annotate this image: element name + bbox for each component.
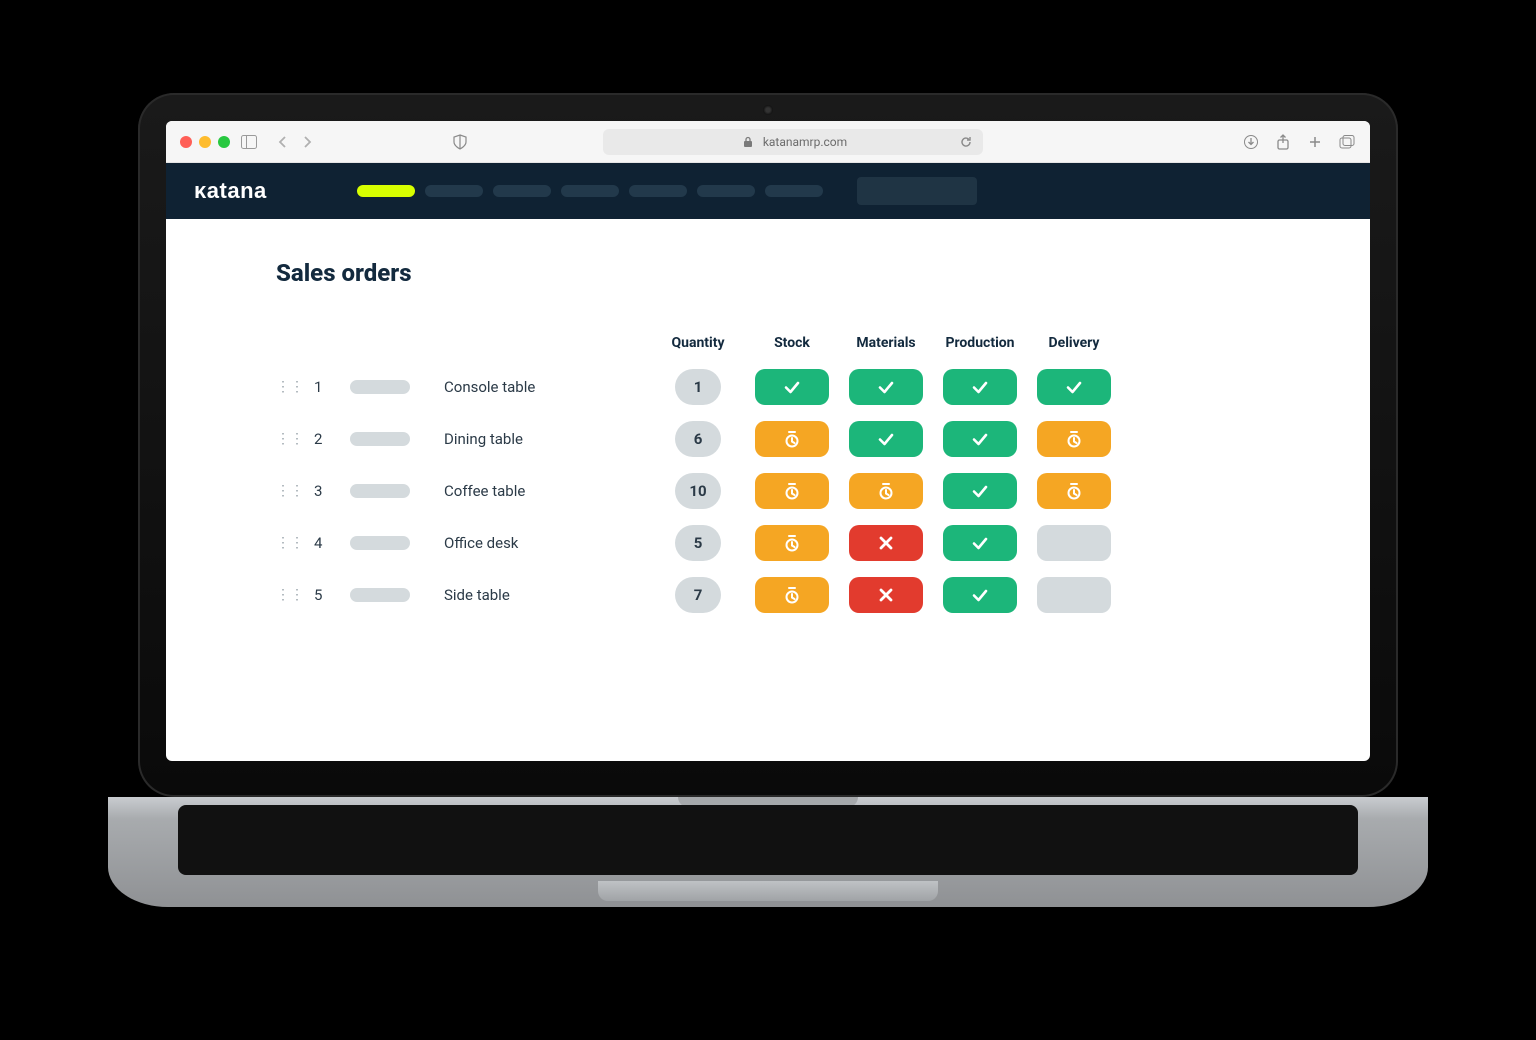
row-tag-placeholder: [350, 536, 410, 550]
quantity-pill[interactable]: 10: [675, 473, 721, 509]
url-text: katanamrp.com: [763, 135, 847, 149]
status-orange[interactable]: [1037, 421, 1111, 457]
nav-tab-1[interactable]: [357, 185, 415, 197]
drag-handle-icon[interactable]: ⋮⋮: [276, 587, 300, 603]
status-orange[interactable]: [755, 421, 829, 457]
row-tag-placeholder: [350, 380, 410, 394]
page-title: Sales orders: [276, 259, 1260, 287]
product-name[interactable]: Side table: [444, 586, 644, 604]
col-delivery: Delivery: [1034, 335, 1114, 369]
col-stock: Stock: [752, 335, 832, 369]
nav-tab-7[interactable]: [765, 185, 823, 197]
status-empty[interactable]: [1037, 577, 1111, 613]
app-navbar: ᴋatana: [166, 163, 1370, 219]
status-green[interactable]: [755, 369, 829, 405]
status-green[interactable]: [943, 577, 1017, 613]
share-icon[interactable]: [1274, 133, 1292, 151]
status-green[interactable]: [943, 421, 1017, 457]
window-controls: [180, 136, 230, 148]
product-name[interactable]: Dining table: [444, 430, 644, 448]
status-green[interactable]: [943, 473, 1017, 509]
laptop-lid: katanamrp.com: [138, 93, 1398, 797]
screen: katanamrp.com: [166, 121, 1370, 761]
product-name[interactable]: Console table: [444, 378, 644, 396]
nav-action-box[interactable]: [857, 177, 977, 205]
downloads-icon[interactable]: [1242, 133, 1260, 151]
tabs-overview-icon[interactable]: [1338, 133, 1356, 151]
close-window-button[interactable]: [180, 136, 192, 148]
address-bar[interactable]: katanamrp.com: [603, 129, 983, 155]
row-number: 4: [314, 534, 336, 552]
browser-toolbar: katanamrp.com: [166, 121, 1370, 163]
keyboard: [108, 797, 1428, 907]
drag-handle-icon[interactable]: ⋮⋮: [276, 379, 300, 395]
status-green[interactable]: [849, 369, 923, 405]
trackpad: [598, 881, 938, 901]
minimize-window-button[interactable]: [199, 136, 211, 148]
drag-handle-icon[interactable]: ⋮⋮: [276, 535, 300, 551]
forward-button[interactable]: [298, 133, 316, 151]
orders-table: Quantity Stock Materials Production Deli…: [276, 335, 1260, 629]
status-red[interactable]: [849, 577, 923, 613]
status-green[interactable]: [849, 421, 923, 457]
status-green[interactable]: [1037, 369, 1111, 405]
lock-icon: [739, 133, 757, 151]
row-tag-placeholder: [350, 588, 410, 602]
cursor-icon: ➤: [166, 312, 171, 338]
status-red[interactable]: [849, 525, 923, 561]
quantity-pill[interactable]: 1: [675, 369, 721, 405]
quantity-pill[interactable]: 5: [675, 525, 721, 561]
col-materials: Materials: [846, 335, 926, 369]
status-orange[interactable]: [755, 525, 829, 561]
status-empty[interactable]: [1037, 525, 1111, 561]
browser-right-icons: [1242, 133, 1356, 151]
status-orange[interactable]: [849, 473, 923, 509]
row-number: 2: [314, 430, 336, 448]
reload-icon[interactable]: [957, 133, 975, 151]
quantity-pill[interactable]: 6: [675, 421, 721, 457]
status-green[interactable]: [943, 525, 1017, 561]
drag-handle-icon[interactable]: ⋮⋮: [276, 431, 300, 447]
nav-tab-3[interactable]: [493, 185, 551, 197]
row-tag-placeholder: [350, 484, 410, 498]
nav-arrows: [274, 133, 316, 151]
laptop-frame: katanamrp.com: [138, 93, 1398, 947]
status-green[interactable]: [943, 369, 1017, 405]
row-number: 5: [314, 586, 336, 604]
laptop-base: [138, 797, 1398, 947]
page-content: ➤ Sales orders Quantity Stock Materials …: [166, 219, 1370, 761]
nav-tab-2[interactable]: [425, 185, 483, 197]
nav-tab-4[interactable]: [561, 185, 619, 197]
shield-icon[interactable]: [451, 133, 469, 151]
new-tab-icon[interactable]: [1306, 133, 1324, 151]
col-quantity: Quantity: [658, 335, 738, 369]
product-name[interactable]: Coffee table: [444, 482, 644, 500]
camera: [763, 105, 773, 115]
nav-tab-6[interactable]: [697, 185, 755, 197]
product-name[interactable]: Office desk: [444, 534, 644, 552]
key-area: [178, 805, 1358, 875]
drag-handle-icon[interactable]: ⋮⋮: [276, 483, 300, 499]
nav-tabs: [357, 185, 823, 197]
sidebar-toggle-icon[interactable]: [240, 133, 258, 151]
row-tag-placeholder: [350, 432, 410, 446]
status-orange[interactable]: [1037, 473, 1111, 509]
quantity-pill[interactable]: 7: [675, 577, 721, 613]
row-number: 3: [314, 482, 336, 500]
row-number: 1: [314, 378, 336, 396]
logo[interactable]: ᴋatana: [194, 178, 267, 204]
back-button[interactable]: [274, 133, 292, 151]
col-production: Production: [940, 335, 1020, 369]
status-orange[interactable]: [755, 577, 829, 613]
status-orange[interactable]: [755, 473, 829, 509]
nav-tab-5[interactable]: [629, 185, 687, 197]
maximize-window-button[interactable]: [218, 136, 230, 148]
